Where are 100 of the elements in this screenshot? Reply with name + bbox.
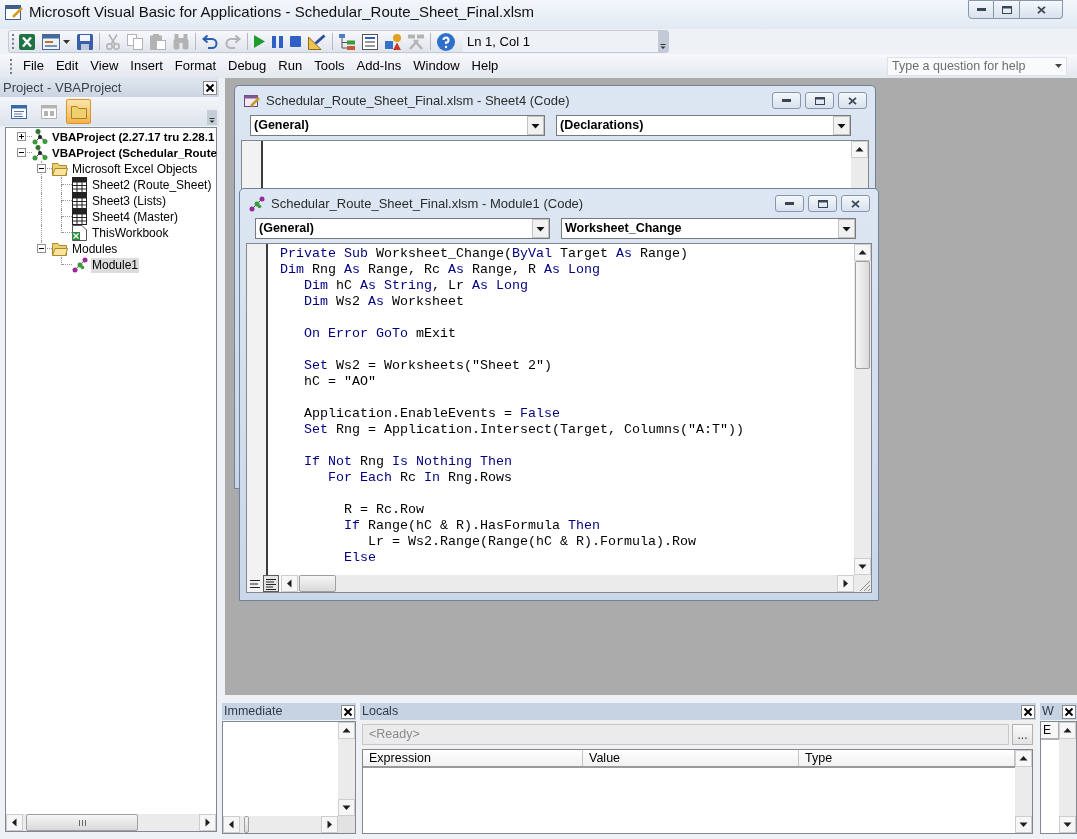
close-button[interactable]	[841, 195, 870, 212]
tree-item[interactable]: Sheet3 (Lists)	[91, 193, 168, 209]
tree-item[interactable]: VBAProject (Schedular_Route	[51, 145, 218, 161]
code-line: Private Sub Worksheet_Change(ByVal Target As Range)	[280, 246, 688, 262]
project-tree[interactable]: VBAProject (2.27.17 tru 2.28.1 VBAProject (Schedular_Route Microsoft Excel Objects Sheet2 (Route_Sheet) Sheet3 (Lists) Sheet4 (Master) ThisWorkbook Modules Module1	[5, 127, 217, 832]
list-card-icon[interactable]	[362, 33, 378, 50]
code-line: R = Rc.Row	[343, 502, 424, 518]
overflow-icon[interactable]	[658, 31, 668, 52]
horizontal-scrollbar[interactable]	[223, 816, 338, 833]
vertical-scrollbar[interactable]	[1015, 750, 1032, 833]
procedure-view-button[interactable]	[247, 575, 263, 592]
vertical-scrollbar[interactable]	[854, 244, 871, 575]
menu-item[interactable]: File	[17, 56, 50, 76]
maximize-button[interactable]	[994, 0, 1020, 19]
menu-item[interactable]: Add-Ins	[350, 56, 408, 76]
column-header[interactable]: Type	[799, 750, 1015, 766]
window-form-icon	[5, 3, 23, 22]
horizontal-scrollbar[interactable]	[281, 575, 854, 592]
spreadsheet-icon	[72, 209, 88, 225]
maximize-button[interactable]	[805, 92, 834, 109]
menu-item[interactable]: Help	[465, 56, 505, 76]
object-dropdown[interactable]: (General)	[250, 115, 545, 136]
close-icon[interactable]	[203, 80, 217, 95]
watches-list[interactable]: E	[1040, 721, 1077, 834]
tree-item[interactable]: Microsoft Excel Objects	[71, 161, 199, 177]
immediate-text-area[interactable]	[222, 721, 356, 834]
menu-item[interactable]: Run	[272, 56, 309, 76]
vertical-scrollbar[interactable]	[338, 722, 355, 816]
help-search-field[interactable]: Type a question for help	[887, 56, 1067, 76]
code-line: Else	[343, 550, 376, 566]
procedure-dropdown[interactable]: (Declarations)	[556, 115, 851, 136]
scrollbar-thumb[interactable]	[244, 816, 249, 833]
shapes-icon[interactable]	[385, 33, 401, 50]
code-editor[interactable]	[246, 243, 872, 593]
vertical-scrollbar[interactable]	[1059, 722, 1076, 833]
window-title: Schedular_Route_Sheet_Final.xlsm - Module1 (Code)	[271, 194, 584, 213]
scrollbar-thumb[interactable]	[26, 814, 138, 831]
tree-item[interactable]: Module1	[91, 257, 140, 273]
minimize-button[interactable]	[775, 195, 804, 212]
menu-item[interactable]: Edit	[49, 56, 85, 76]
pause-icon[interactable]	[272, 35, 283, 48]
tree-item[interactable]: Sheet2 (Route_Sheet)	[91, 177, 213, 193]
tree-item[interactable]: Sheet4 (Master)	[91, 209, 180, 225]
menu-item[interactable]: Tools	[308, 56, 351, 76]
ruler-pencil-icon[interactable]	[308, 33, 326, 50]
locals-list[interactable]: Expression Value Type	[362, 749, 1033, 834]
caret-icon[interactable]	[1055, 64, 1062, 68]
overflow-icon[interactable]	[207, 110, 217, 125]
help-icon[interactable]	[437, 32, 455, 51]
module-view-button[interactable]	[263, 575, 279, 592]
window-title: Microsoft Visual Basic for Applications - Schedular_Route_Sheet_Final.xlsm	[29, 2, 534, 23]
code-line: Dim Ws2 As Worksheet	[303, 294, 464, 310]
column-header[interactable]: E	[1041, 722, 1059, 740]
object-dropdown[interactable]: (General)	[255, 218, 550, 239]
tree-item[interactable]: Modules	[71, 241, 119, 257]
code-line: Dim hC As String, Lr As Long	[303, 278, 528, 294]
code-line: If Range(hC & R).HasFormula Then	[343, 518, 600, 534]
code-line: Set Rng = Application.Intersect(Target, Columns("A:T"))	[303, 422, 744, 438]
close-button[interactable]	[838, 92, 867, 109]
close-icon	[848, 96, 857, 105]
column-header[interactable]: Value	[583, 750, 799, 766]
tree-view-icon[interactable]	[339, 33, 355, 50]
form-window-icon[interactable]	[42, 33, 60, 50]
minimize-button[interactable]	[772, 92, 801, 109]
panel-title: W	[1042, 703, 1054, 721]
close-icon[interactable]	[1021, 704, 1035, 719]
minus-box-icon[interactable]	[37, 244, 46, 253]
plus-box-icon[interactable]	[17, 132, 26, 141]
minimize-icon	[782, 99, 791, 102]
column-header[interactable]: Expression	[363, 750, 583, 766]
tree-item[interactable]: VBAProject (2.27.17 tru 2.28.1	[51, 129, 216, 145]
resize-grip-icon[interactable]	[854, 575, 871, 592]
scrollbar-thumb[interactable]	[299, 575, 336, 592]
menu-item[interactable]: Debug	[222, 56, 273, 76]
close-button[interactable]	[1020, 0, 1063, 19]
play-icon[interactable]	[254, 35, 265, 48]
maximize-button[interactable]	[808, 195, 837, 212]
close-icon[interactable]	[1062, 704, 1076, 719]
folder-icon	[52, 161, 68, 177]
caret-icon[interactable]	[63, 39, 70, 44]
spreadsheet-icon	[72, 193, 88, 209]
call-stack-button[interactable]: ...	[1012, 724, 1033, 745]
horizontal-scrollbar[interactable]	[6, 814, 216, 831]
minus-box-icon[interactable]	[37, 164, 46, 173]
tree-item[interactable]: ThisWorkbook	[91, 225, 170, 241]
minus-box-icon[interactable]	[17, 148, 26, 157]
menu-item[interactable]: Format	[168, 56, 222, 76]
toggle-folders-button[interactable]	[66, 99, 91, 124]
procedure-dropdown[interactable]: Worksheet_Change	[561, 218, 856, 239]
spreadsheet-icon	[72, 177, 88, 193]
menu-item[interactable]: Insert	[124, 56, 169, 76]
scrollbar-thumb[interactable]	[855, 261, 870, 369]
minimize-button[interactable]	[968, 0, 994, 19]
menu-item[interactable]: Window	[407, 56, 466, 76]
close-icon[interactable]	[341, 704, 355, 719]
menu-item[interactable]: View	[84, 56, 125, 76]
undo-arrow-icon[interactable]	[202, 33, 218, 50]
status-field: <Ready>	[362, 724, 1009, 745]
x-tile-icon[interactable]	[19, 33, 35, 50]
form-icon	[40, 104, 57, 119]
